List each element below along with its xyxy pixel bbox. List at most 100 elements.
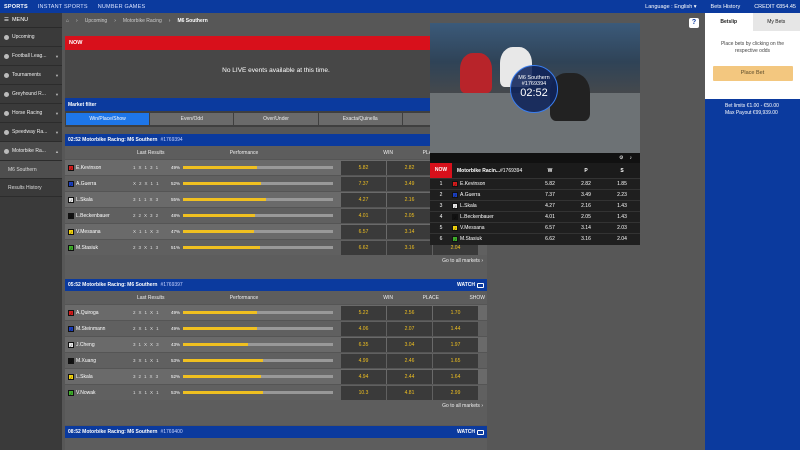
tab-betslip[interactable]: Betslip bbox=[705, 13, 753, 31]
col-show: SHOW bbox=[469, 294, 485, 301]
odds-place[interactable]: 3.04 bbox=[387, 337, 432, 352]
last-results: 23X13 bbox=[133, 245, 171, 250]
mini-odds-s[interactable]: 2.04 bbox=[604, 236, 640, 242]
menu-header[interactable]: ☰ MENU bbox=[0, 13, 62, 28]
odds-show[interactable]: 1.70 bbox=[433, 305, 478, 320]
mini-odds-p[interactable]: 2.05 bbox=[568, 214, 604, 220]
runner-row: / M.Steinmann 2 X 1 X 1 49% 4.06 2.07 1.44 bbox=[65, 320, 487, 336]
nav-sports[interactable]: SPORTS bbox=[4, 4, 28, 10]
breadcrumb-motorbike[interactable]: Motorbike Racing bbox=[123, 18, 162, 24]
sidebar-item-greyhound[interactable]: Greyhound R... ▼ bbox=[0, 85, 62, 104]
race-status[interactable]: WATCH bbox=[457, 429, 484, 435]
sidebar-item-upcoming[interactable]: Upcoming bbox=[0, 28, 62, 47]
odds-win[interactable]: 6.35 bbox=[341, 337, 386, 352]
language-selector[interactable]: Language : English ▾ bbox=[645, 4, 696, 10]
mini-odds-p[interactable]: 3.16 bbox=[568, 236, 604, 242]
sidebar-item-horse[interactable]: Horse Racing ▼ bbox=[0, 104, 62, 123]
odds-win[interactable]: 4.99 bbox=[341, 353, 386, 368]
performance-percent: 53% bbox=[171, 390, 181, 395]
runner-cell: / V.Nowak bbox=[65, 385, 133, 400]
mini-odds-w[interactable]: 5.82 bbox=[532, 181, 568, 187]
runner-row: / M.Xuang 3 X 1 X 1 53% 4.99 2.46 1.65 bbox=[65, 352, 487, 368]
odds-place[interactable]: 3.49 bbox=[387, 176, 432, 191]
last-result: 1 bbox=[144, 197, 147, 202]
sidebar-item-tournaments[interactable]: Tournaments ▼ bbox=[0, 66, 62, 85]
nav-instant-sports[interactable]: INSTANT SPORTS bbox=[38, 4, 88, 10]
performance-percent: 49% bbox=[171, 310, 181, 315]
mini-odds-s[interactable]: 1.85 bbox=[604, 181, 640, 187]
odds-show[interactable]: 1.44 bbox=[433, 321, 478, 336]
bets-history-link[interactable]: Bets History bbox=[711, 4, 741, 10]
mini-odds-w[interactable]: 6.62 bbox=[532, 236, 568, 242]
race-status[interactable]: WATCH bbox=[457, 282, 484, 288]
mini-odds-s[interactable]: 2.03 bbox=[604, 225, 640, 231]
col-place: PLACE bbox=[422, 294, 439, 301]
menu-icon: ☰ bbox=[4, 17, 9, 23]
odds-win[interactable]: 4.06 bbox=[341, 321, 386, 336]
mini-odds-p[interactable]: 2.82 bbox=[568, 181, 604, 187]
settings-icon[interactable]: ⚙ bbox=[619, 155, 623, 161]
race-video[interactable]: M6 Southern #1769394 02:52 bbox=[430, 23, 640, 153]
now-section: NOW ‹› No LIVE events available at this … bbox=[65, 36, 487, 98]
odds-place[interactable]: 2.82 bbox=[387, 160, 432, 175]
sidebar-sub-results-history[interactable]: Results History bbox=[0, 179, 62, 197]
odds-win[interactable]: 4.27 bbox=[341, 192, 386, 207]
go-to-all-markets-link[interactable]: Go to all markets › bbox=[65, 400, 487, 413]
help-icon[interactable]: ? bbox=[689, 18, 699, 28]
breadcrumb-upcoming[interactable]: Upcoming bbox=[85, 18, 108, 24]
mini-runner-number: 3 bbox=[439, 203, 443, 209]
odds-place[interactable]: 2.56 bbox=[387, 305, 432, 320]
sidebar-sub-m6-southern[interactable]: M6 Southern bbox=[0, 161, 62, 179]
race-id: #1769394 bbox=[160, 137, 183, 143]
odds-place[interactable]: 3.14 bbox=[387, 224, 432, 239]
mini-odds-p[interactable]: 3.14 bbox=[568, 225, 604, 231]
mini-odds-p[interactable]: 2.16 bbox=[568, 203, 604, 209]
performance-bar bbox=[183, 246, 333, 249]
odds-place[interactable]: 2.46 bbox=[387, 353, 432, 368]
mini-odds-s[interactable]: 1.43 bbox=[604, 203, 640, 209]
performance-bar bbox=[183, 198, 333, 201]
tab-win-place-show[interactable]: Win/Place/Show bbox=[66, 113, 150, 125]
last-result: X bbox=[138, 326, 142, 331]
odds-win[interactable]: 6.62 bbox=[341, 240, 386, 255]
odds-win[interactable]: 10.3 bbox=[341, 385, 386, 400]
odds-place[interactable]: 4.81 bbox=[387, 385, 432, 400]
odds-place[interactable]: 2.44 bbox=[387, 369, 432, 384]
odds-win[interactable]: 5.22 bbox=[341, 305, 386, 320]
volume-icon[interactable]: ♪ bbox=[630, 155, 633, 161]
mini-odds-w[interactable]: 4.01 bbox=[532, 214, 568, 220]
odds-win[interactable]: 7.37 bbox=[341, 176, 386, 191]
race-status-label: WATCH bbox=[457, 429, 475, 435]
odds-show[interactable]: 1.65 bbox=[433, 353, 478, 368]
odds-place[interactable]: 2.05 bbox=[387, 208, 432, 223]
odds-place[interactable]: 3.16 bbox=[387, 240, 432, 255]
odds-win[interactable]: 4.94 bbox=[341, 369, 386, 384]
tab-even-odd[interactable]: Even/Odd bbox=[150, 113, 234, 125]
mini-odds-w[interactable]: 4.27 bbox=[532, 203, 568, 209]
mini-odds-s[interactable]: 2.23 bbox=[604, 192, 640, 198]
go-to-all-markets-link[interactable]: Go to all markets › bbox=[65, 255, 487, 268]
nav-number-games[interactable]: NUMBER GAMES bbox=[98, 4, 146, 10]
odds-show[interactable]: 1.97 bbox=[433, 337, 478, 352]
odds-place[interactable]: 2.07 bbox=[387, 321, 432, 336]
tab-over-under[interactable]: Over/Under bbox=[234, 113, 318, 125]
place-bet-button[interactable]: Place Bet bbox=[712, 66, 793, 81]
odds-win[interactable]: 6.57 bbox=[341, 224, 386, 239]
mini-odds-w[interactable]: 7.37 bbox=[532, 192, 568, 198]
tab-my-bets[interactable]: My Bets bbox=[752, 13, 800, 31]
mini-odds-s[interactable]: 1.43 bbox=[604, 214, 640, 220]
sidebar-item-speedway[interactable]: Speedway Ra... ▼ bbox=[0, 123, 62, 142]
last-result: 3 bbox=[133, 197, 136, 202]
odds-win[interactable]: 4.01 bbox=[341, 208, 386, 223]
football-icon bbox=[4, 53, 9, 59]
odds-place[interactable]: 2.16 bbox=[387, 192, 432, 207]
odds-win[interactable]: 5.82 bbox=[341, 160, 386, 175]
home-icon[interactable]: ⌂ bbox=[66, 18, 69, 24]
sidebar-item-motorbike[interactable]: Motorbike Ra... ▲ bbox=[0, 142, 62, 161]
mini-odds-w[interactable]: 6.57 bbox=[532, 225, 568, 231]
sidebar-item-football[interactable]: Football Leag... ▼ bbox=[0, 47, 62, 66]
odds-show[interactable]: 2.99 bbox=[433, 385, 478, 400]
mini-odds-p[interactable]: 3.49 bbox=[568, 192, 604, 198]
odds-show[interactable]: 1.64 bbox=[433, 369, 478, 384]
tab-exacta-quinella[interactable]: Exacta/Quinella bbox=[318, 113, 402, 125]
